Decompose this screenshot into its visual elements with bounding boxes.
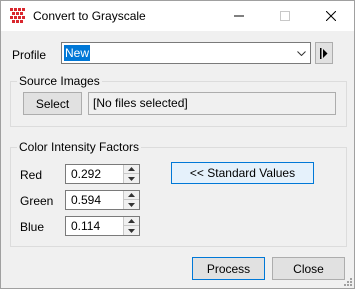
process-button[interactable]: Process bbox=[192, 257, 265, 280]
play-bar-icon bbox=[320, 48, 328, 59]
green-spin-buttons bbox=[123, 191, 139, 209]
selected-files-field: [No files selected] bbox=[88, 92, 336, 115]
minimize-icon bbox=[234, 11, 244, 21]
source-images-group: Source Images Select [No files selected] bbox=[10, 81, 347, 127]
green-factor-spinner[interactable]: 0.594 bbox=[65, 190, 140, 210]
red-factor-spinner[interactable]: 0.292 bbox=[65, 164, 140, 184]
close-icon bbox=[326, 11, 336, 21]
blue-factor-value[interactable]: 0.114 bbox=[71, 219, 100, 234]
source-images-title: Source Images bbox=[17, 74, 102, 88]
blue-factor-spinner[interactable]: 0.114 bbox=[65, 216, 140, 236]
standard-values-button[interactable]: << Standard Values bbox=[171, 162, 314, 184]
app-grid-icon bbox=[10, 8, 26, 24]
blue-spin-buttons bbox=[123, 217, 139, 235]
red-decrement-button[interactable] bbox=[124, 174, 139, 183]
select-files-button[interactable]: Select bbox=[23, 92, 82, 115]
color-intensity-factors-group: Color Intensity Factors Red 0.292 Green … bbox=[10, 147, 347, 247]
red-factor-value[interactable]: 0.292 bbox=[71, 167, 101, 182]
window-title: Convert to Grayscale bbox=[33, 9, 146, 23]
profile-dropdown[interactable]: New bbox=[61, 42, 311, 64]
close-window-button[interactable] bbox=[308, 1, 354, 31]
title-bar[interactable]: Convert to Grayscale bbox=[1, 1, 354, 31]
maximize-icon bbox=[280, 11, 290, 21]
blue-decrement-button[interactable] bbox=[124, 226, 139, 235]
maximize-button[interactable] bbox=[262, 1, 308, 31]
color-intensity-factors-title: Color Intensity Factors bbox=[17, 140, 141, 154]
green-factor-value[interactable]: 0.594 bbox=[71, 193, 101, 208]
blue-increment-button[interactable] bbox=[124, 217, 139, 226]
convert-to-grayscale-dialog: Convert to Grayscale Profile New bbox=[0, 0, 355, 289]
red-spin-buttons bbox=[123, 165, 139, 183]
caret-down-icon bbox=[128, 177, 135, 181]
profile-label: Profile bbox=[12, 48, 46, 62]
green-label: Green bbox=[20, 194, 53, 208]
red-label: Red bbox=[20, 168, 42, 182]
green-decrement-button[interactable] bbox=[124, 200, 139, 209]
caret-up-icon bbox=[128, 167, 135, 171]
caret-down-icon bbox=[128, 203, 135, 207]
caret-up-icon bbox=[128, 219, 135, 223]
red-increment-button[interactable] bbox=[124, 165, 139, 174]
caret-up-icon bbox=[128, 193, 135, 197]
green-increment-button[interactable] bbox=[124, 191, 139, 200]
blue-label: Blue bbox=[20, 220, 44, 234]
resize-grip-icon[interactable] bbox=[342, 276, 352, 286]
minimize-button[interactable] bbox=[216, 1, 262, 31]
close-button[interactable]: Close bbox=[272, 257, 345, 280]
profile-value[interactable]: New bbox=[64, 45, 90, 61]
chevron-down-icon[interactable] bbox=[293, 43, 310, 63]
caret-down-icon bbox=[128, 229, 135, 233]
profile-action-button[interactable] bbox=[315, 42, 333, 64]
